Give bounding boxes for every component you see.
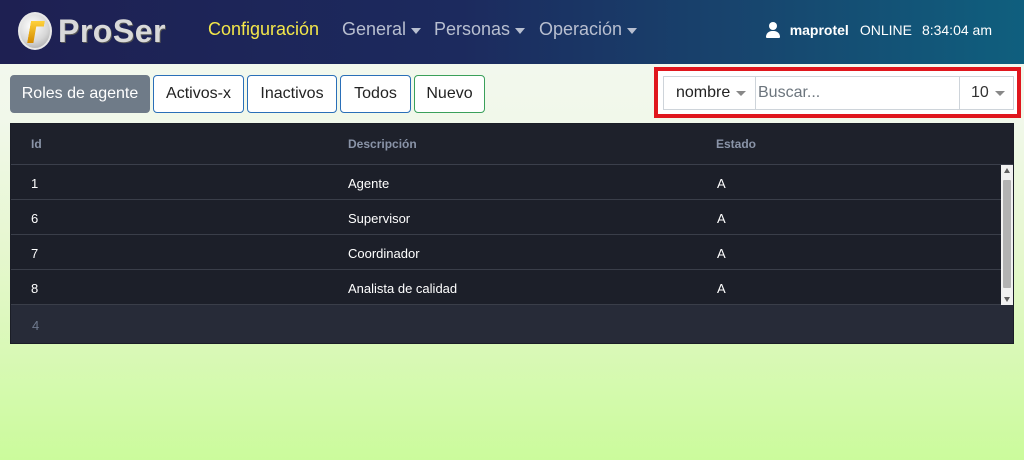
cell-estado: A	[717, 211, 726, 226]
nuevo-button[interactable]: Nuevo	[414, 75, 485, 113]
search-highlight-frame: nombre 10	[654, 67, 1021, 118]
scroll-down-icon[interactable]	[1004, 297, 1010, 302]
online-status: ONLINE	[859, 22, 912, 38]
search-field-value: nombre	[676, 84, 731, 101]
cell-id: 1	[31, 176, 39, 191]
chevron-down-icon	[515, 27, 526, 34]
activos-label: Activos-x	[166, 85, 231, 102]
nav-configuracion[interactable]: Configuración	[208, 19, 319, 40]
table-scrollbar[interactable]	[1001, 165, 1013, 305]
search-group: nombre 10	[663, 76, 1014, 110]
table-row[interactable]: 1 Agente A	[11, 165, 1001, 200]
nav-general[interactable]: General	[342, 19, 422, 40]
search-field-select[interactable]: nombre	[663, 76, 755, 110]
nav-operacion-label: Operación	[539, 19, 623, 39]
top-navbar: ProSer Configuración General Personas Op…	[0, 0, 1024, 64]
todos-button[interactable]: Todos	[340, 75, 411, 113]
search-input[interactable]	[755, 76, 960, 110]
logo-icon	[18, 12, 52, 50]
roles-table: Id Descripción Estado 1 Agente A 6 Super…	[10, 123, 1014, 344]
cell-id: 8	[31, 281, 39, 296]
column-header-descripcion[interactable]: Descripción	[348, 137, 417, 151]
cell-descripcion: Analista de calidad	[348, 281, 458, 296]
user-area: maprotel ONLINE 8:34:04 am	[765, 22, 992, 38]
nav-general-label: General	[342, 19, 407, 39]
inactivos-label: Inactivos	[260, 85, 324, 102]
user-icon	[765, 22, 780, 38]
chevron-down-icon	[627, 27, 638, 34]
cell-descripcion: Coordinador	[348, 246, 420, 261]
roles-de-agente-button[interactable]: Roles de agente	[10, 75, 150, 113]
clock: 8:34:04 am	[921, 22, 992, 38]
cell-id: 7	[31, 246, 39, 261]
cell-estado: A	[717, 246, 726, 261]
nav-configuracion-label: Configuración	[208, 19, 320, 39]
activos-button[interactable]: Activos-x	[153, 75, 244, 113]
nav-personas[interactable]: Personas	[434, 19, 526, 40]
inactivos-button[interactable]: Inactivos	[247, 75, 337, 113]
cell-estado: A	[717, 176, 726, 191]
cell-descripcion: Agente	[348, 176, 390, 191]
logo-text: ProSer	[58, 12, 166, 49]
nav-operacion[interactable]: Operación	[539, 19, 638, 40]
nuevo-label: Nuevo	[426, 85, 473, 102]
roles-de-agente-label: Roles de agente	[21, 85, 139, 102]
cell-descripcion: Supervisor	[348, 211, 411, 226]
page-size-select[interactable]: 10	[960, 76, 1014, 110]
chevron-down-icon	[736, 90, 747, 96]
table-header: Id Descripción Estado	[11, 124, 1013, 165]
nav-personas-label: Personas	[434, 19, 511, 39]
chevron-down-icon	[994, 90, 1005, 96]
logo[interactable]: ProSer	[18, 12, 166, 50]
scroll-up-icon[interactable]	[1004, 168, 1010, 173]
todos-label: Todos	[354, 85, 397, 102]
table-footer: 4	[11, 305, 1013, 343]
cell-estado: A	[717, 281, 726, 296]
column-header-estado[interactable]: Estado	[716, 137, 756, 151]
user-name[interactable]: maprotel	[790, 22, 849, 38]
row-count: 4	[32, 318, 40, 333]
table-body: 1 Agente A 6 Supervisor A 7 Coordinador …	[11, 165, 1001, 305]
table-row[interactable]: 6 Supervisor A	[11, 200, 1001, 235]
column-header-id[interactable]: Id	[31, 137, 42, 151]
table-row[interactable]: 7 Coordinador A	[11, 235, 1001, 270]
chevron-down-icon	[411, 27, 422, 34]
page-size-value: 10	[971, 84, 989, 101]
table-row[interactable]: 8 Analista de calidad A	[11, 270, 1001, 305]
scrollbar-thumb[interactable]	[1003, 180, 1011, 288]
cell-id: 6	[31, 211, 39, 226]
